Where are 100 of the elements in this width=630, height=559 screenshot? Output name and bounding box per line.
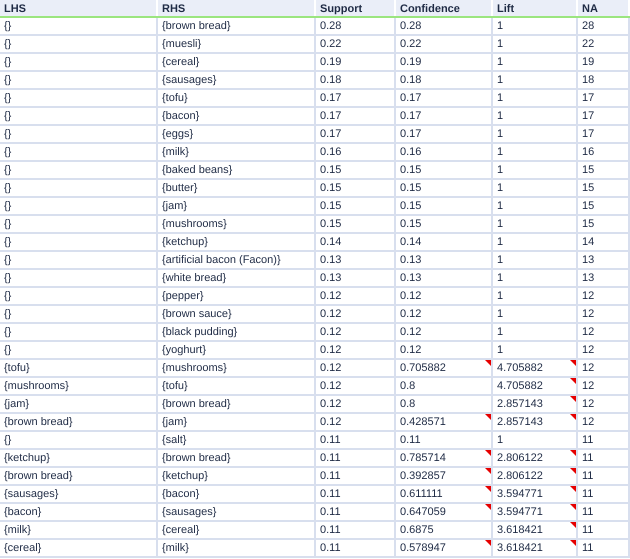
table-cell: 0.12: [315, 341, 395, 359]
table-cell: 1: [492, 89, 577, 107]
table-cell: {}: [0, 305, 157, 323]
table-cell: 0.12: [315, 377, 395, 395]
table-cell: 0.13: [395, 251, 492, 269]
table-cell: 3.618421: [492, 539, 577, 557]
table-cell: 0.17: [395, 89, 492, 107]
table-cell: 0.12: [315, 395, 395, 413]
column-header[interactable]: Support: [315, 0, 395, 17]
table-cell: 0.11: [315, 521, 395, 539]
table-cell: 0.14: [315, 233, 395, 251]
table-cell: {}: [0, 323, 157, 341]
table-cell: 11: [577, 503, 629, 521]
table-cell: 12: [577, 395, 629, 413]
table-cell: 11: [577, 521, 629, 539]
table-cell: 2.806122: [492, 467, 577, 485]
table-cell: 0.22: [395, 35, 492, 53]
table-cell: 1: [492, 215, 577, 233]
table-cell: 0.11: [315, 467, 395, 485]
table-cell: 12: [577, 323, 629, 341]
table-cell: {}: [0, 17, 157, 35]
table-cell: {brown bread}: [157, 17, 315, 35]
table-cell: 0.19: [395, 53, 492, 71]
table-cell: {mushrooms}: [157, 359, 315, 377]
table-cell: 3.618421: [492, 521, 577, 539]
table-cell: 0.12: [315, 323, 395, 341]
table-cell: {}: [0, 341, 157, 359]
table-cell: 17: [577, 125, 629, 143]
table-cell: 0.785714: [395, 449, 492, 467]
table-cell: 0.11: [315, 449, 395, 467]
table-cell: 0.17: [315, 89, 395, 107]
column-header[interactable]: RHS: [157, 0, 315, 17]
table-cell: 0.8: [395, 377, 492, 395]
table-cell: 0.15: [395, 179, 492, 197]
table-cell: {cereal}: [157, 521, 315, 539]
table-cell: 0.18: [315, 71, 395, 89]
table-cell: {bacon}: [157, 107, 315, 125]
table-cell: 11: [577, 539, 629, 557]
table-cell: 0.611111: [395, 485, 492, 503]
table-cell: 1: [492, 197, 577, 215]
table-cell: 0.11: [315, 503, 395, 521]
table-cell: 0.19: [315, 53, 395, 71]
table-cell: 0.12: [315, 287, 395, 305]
table-cell: {}: [0, 269, 157, 287]
table-cell: 15: [577, 179, 629, 197]
table-cell: 1: [492, 269, 577, 287]
table-cell: 15: [577, 215, 629, 233]
table-cell: {tofu}: [0, 359, 157, 377]
table-cell: 0.12: [395, 305, 492, 323]
column-header[interactable]: LHS: [0, 0, 157, 17]
table-cell: 14: [577, 233, 629, 251]
table-cell: 0.15: [315, 197, 395, 215]
table-cell: {brown bread}: [157, 449, 315, 467]
table-cell: 11: [577, 467, 629, 485]
table-cell: 0.13: [395, 269, 492, 287]
table-cell: 1: [492, 107, 577, 125]
table-cell: 3.594771: [492, 485, 577, 503]
table-cell: 28: [577, 17, 629, 35]
table-cell: 0.12: [315, 413, 395, 431]
table-cell: {eggs}: [157, 125, 315, 143]
table-cell: {}: [0, 161, 157, 179]
table-cell: {tofu}: [157, 89, 315, 107]
table-cell: {}: [0, 287, 157, 305]
table-cell: {sausages}: [0, 485, 157, 503]
table-cell: {brown bread}: [0, 467, 157, 485]
table-cell: 0.12: [315, 359, 395, 377]
table-cell: 1: [492, 143, 577, 161]
table-cell: 0.17: [315, 125, 395, 143]
table-cell: {}: [0, 71, 157, 89]
table-cell: 0.28: [315, 17, 395, 35]
table-cell: {milk}: [157, 539, 315, 557]
table-cell: 1: [492, 233, 577, 251]
table-cell: {jam}: [0, 395, 157, 413]
table-cell: {jam}: [157, 197, 315, 215]
table-cell: 2.857143: [492, 395, 577, 413]
table-cell: {brown sauce}: [157, 305, 315, 323]
table-cell: 0.17: [315, 107, 395, 125]
table-cell: 12: [577, 377, 629, 395]
table-cell: 15: [577, 197, 629, 215]
table-cell: 0.11: [315, 485, 395, 503]
table-cell: 0.15: [395, 161, 492, 179]
table-cell: 0.17: [395, 107, 492, 125]
table-cell: {brown bread}: [0, 413, 157, 431]
table-cell: {milk}: [157, 143, 315, 161]
table-cell: {ketchup}: [157, 233, 315, 251]
column-header[interactable]: Confidence: [395, 0, 492, 17]
table-cell: 22: [577, 35, 629, 53]
table-cell: {white bread}: [157, 269, 315, 287]
table-cell: 1: [492, 431, 577, 449]
column-header[interactable]: NA: [577, 0, 629, 17]
table-cell: 0.428571: [395, 413, 492, 431]
column-header[interactable]: Lift: [492, 0, 577, 17]
table-cell: 0.16: [395, 143, 492, 161]
table-cell: {sausages}: [157, 503, 315, 521]
table-cell: 16: [577, 143, 629, 161]
table-cell: {}: [0, 431, 157, 449]
table-cell: 12: [577, 413, 629, 431]
table-cell: {mushrooms}: [0, 377, 157, 395]
table-cell: {}: [0, 215, 157, 233]
table-cell: {}: [0, 53, 157, 71]
